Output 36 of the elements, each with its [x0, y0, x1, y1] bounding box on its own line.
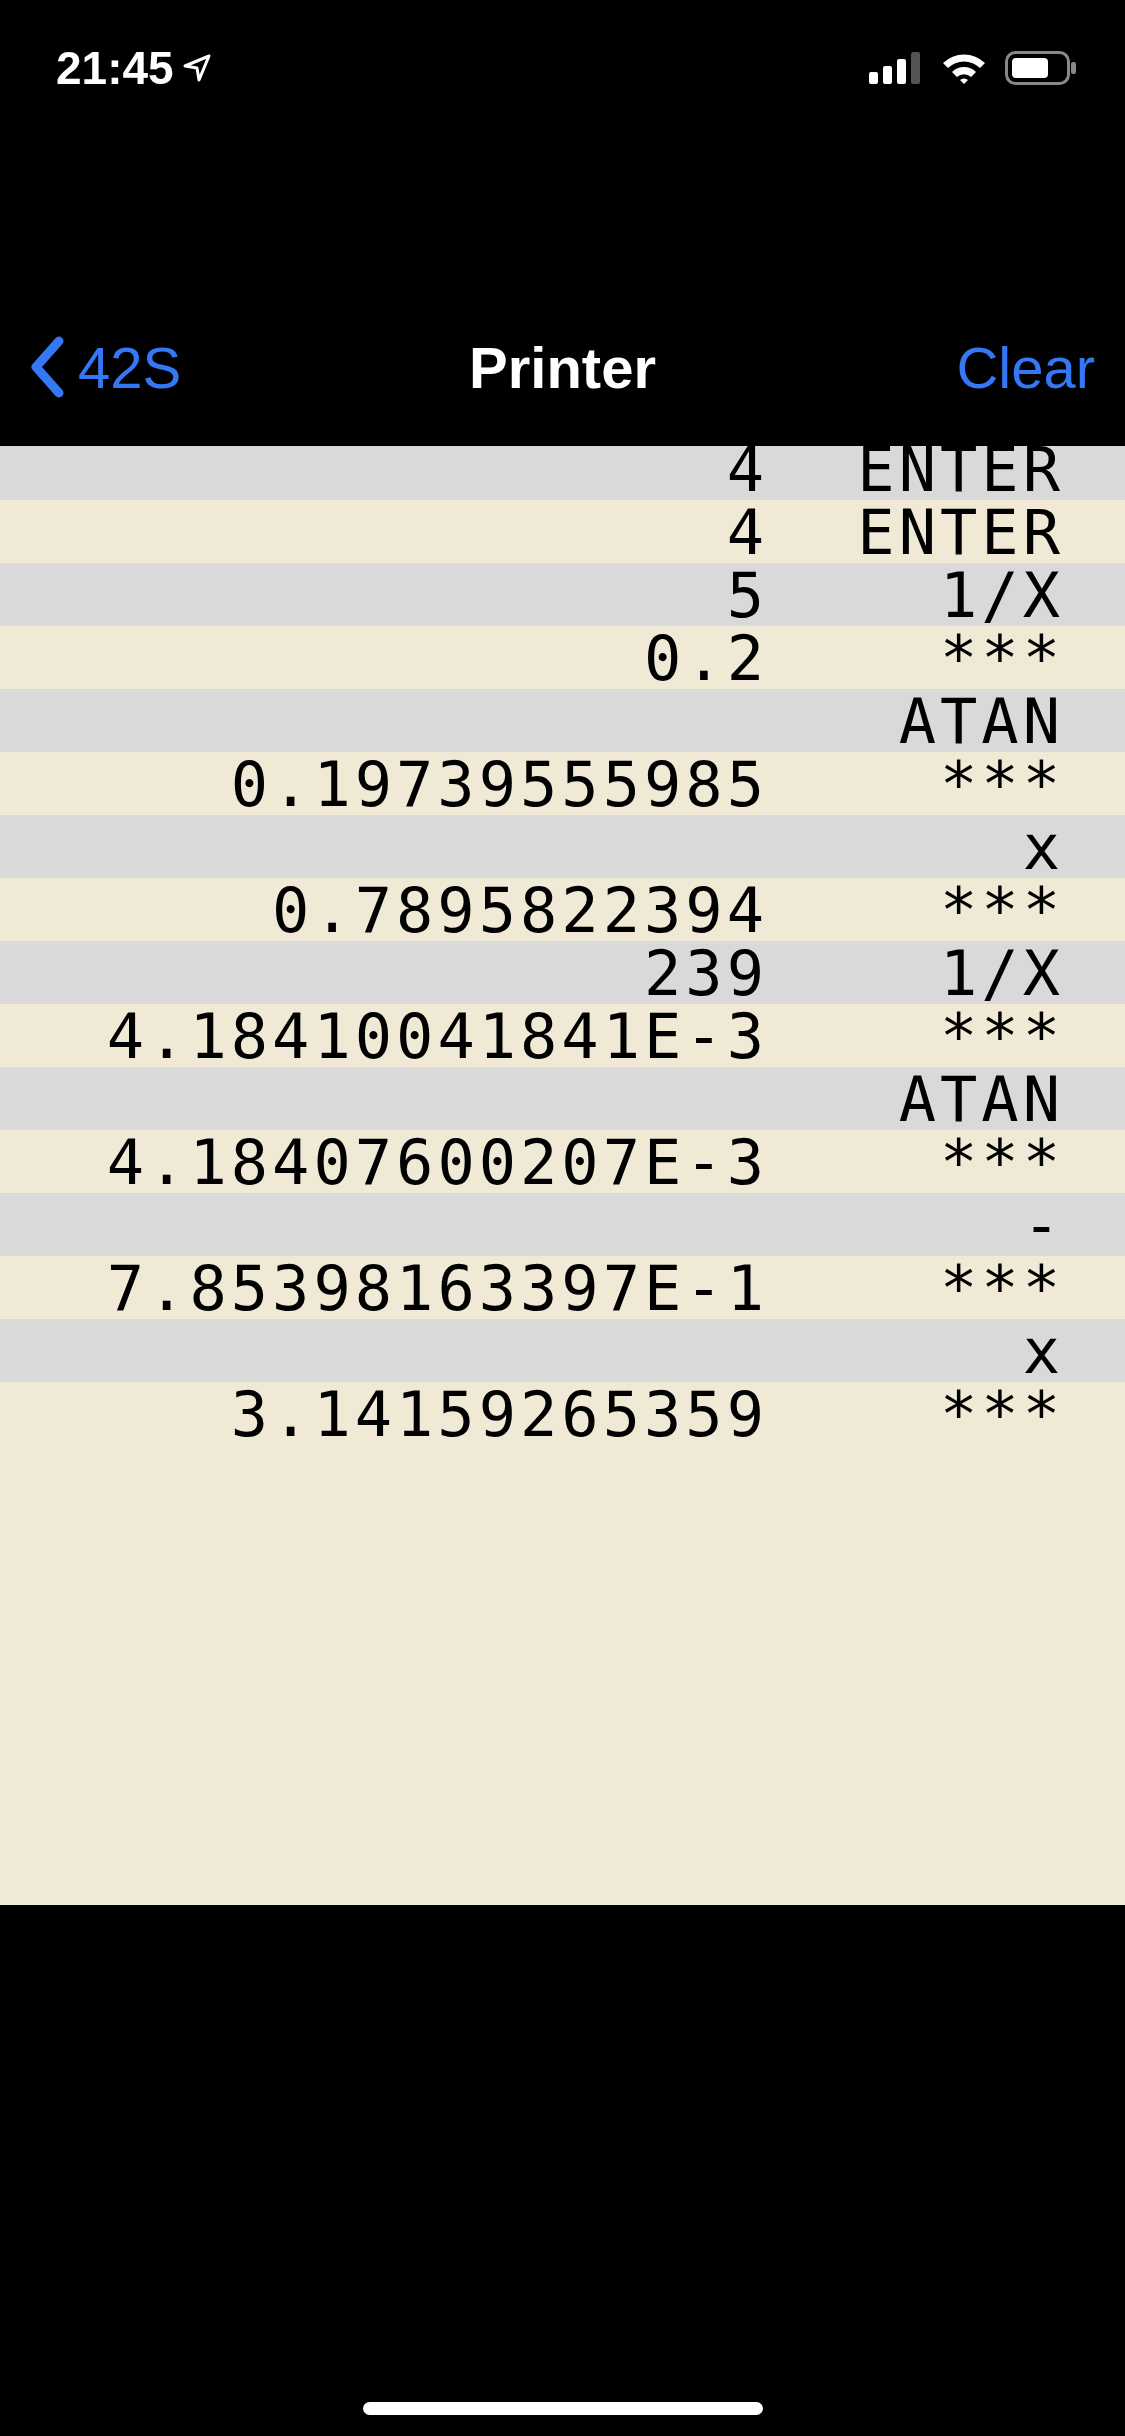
printed-operation: ***: [940, 1259, 1064, 1319]
chevron-left-icon: [30, 336, 64, 398]
printed-value: 0.7895822394: [272, 881, 768, 941]
printed-operation: -: [1022, 1196, 1064, 1256]
printed-value: 4: [726, 446, 768, 500]
printed-operation: ***: [940, 755, 1064, 815]
printed-operation: ***: [940, 1007, 1064, 1067]
printed-operation: ENTER: [857, 446, 1064, 500]
printed-value: 0.19739555985: [230, 755, 768, 815]
printed-operation: ENTER: [857, 503, 1064, 563]
printed-operation: ***: [940, 629, 1064, 689]
printed-operation: x: [1022, 1322, 1064, 1382]
printed-value: 5: [726, 566, 768, 626]
printed-operation: x: [1022, 818, 1064, 878]
printed-operation: 1/X: [940, 944, 1064, 1004]
printed-operation: ***: [940, 881, 1064, 941]
printed-value: 4.18407600207E-3: [106, 1133, 768, 1193]
printed-value: 0.2: [644, 629, 768, 689]
printed-value: 4.18410041841E-3: [106, 1007, 768, 1067]
printed-value: 4: [726, 503, 768, 563]
location-arrow-icon: [181, 53, 212, 83]
printed-operation: ***: [940, 1133, 1064, 1193]
wifi-icon: [941, 51, 987, 85]
printed-operation: ATAN: [898, 1070, 1064, 1130]
printed-value: 3.14159265359: [230, 1385, 768, 1445]
clear-button[interactable]: Clear: [956, 333, 1095, 401]
printed-value: 239: [644, 944, 768, 1004]
status-time: 21:45: [56, 41, 174, 95]
nav-title: Printer: [469, 333, 656, 401]
back-button[interactable]: 42S: [30, 333, 182, 401]
printed-operation: ATAN: [898, 692, 1064, 752]
printed-value: 7.85398163397E-1: [106, 1259, 768, 1319]
battery-icon: [1005, 51, 1077, 85]
printed-operation: 1/X: [940, 566, 1064, 626]
signal-icon: [869, 52, 923, 84]
printed-operation: ***: [940, 1385, 1064, 1445]
